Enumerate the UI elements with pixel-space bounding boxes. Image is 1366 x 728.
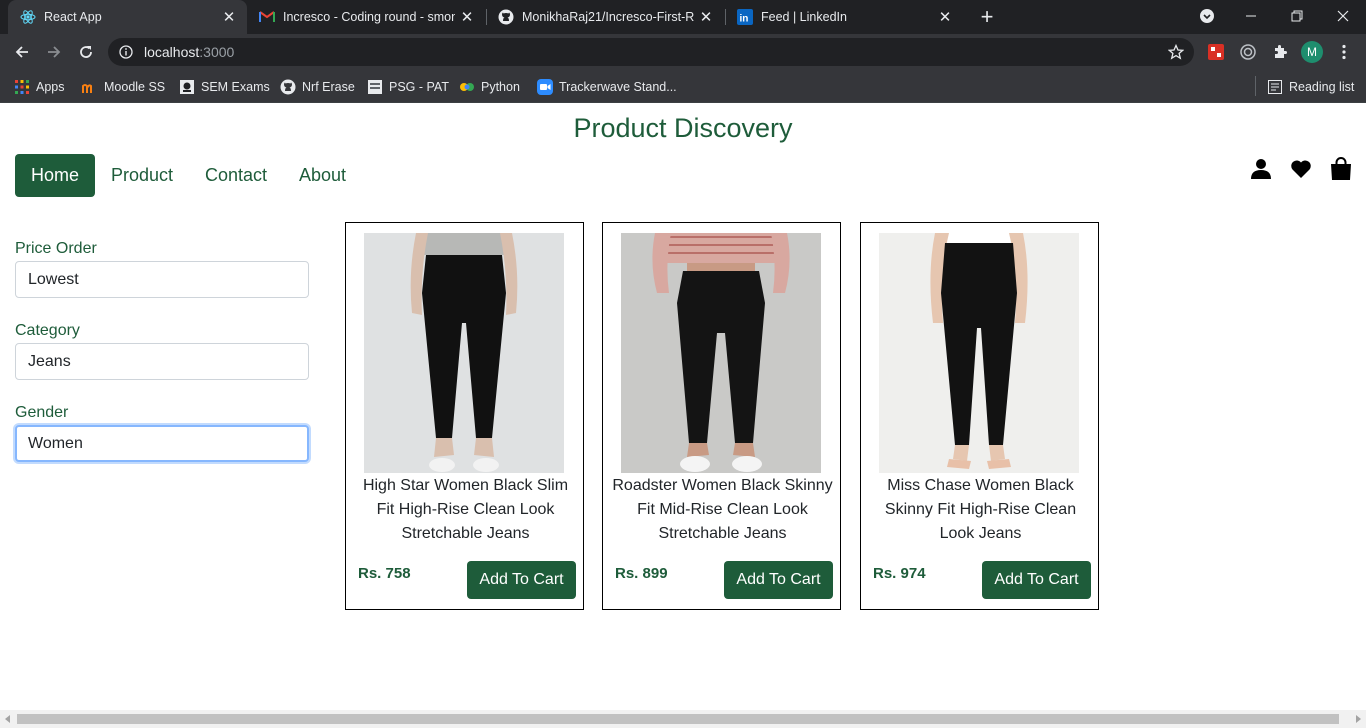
tab-title: Incresco - Coding round - smonik bbox=[283, 10, 455, 24]
user-icon[interactable] bbox=[1249, 157, 1273, 181]
bookmark-moodle[interactable]: Moodle SS bbox=[82, 76, 165, 98]
extensions-puzzle-icon[interactable] bbox=[1270, 42, 1290, 62]
add-to-cart-button[interactable]: Add To Cart bbox=[724, 561, 833, 599]
reading-list-label: Reading list bbox=[1289, 80, 1355, 94]
bookmarks-separator bbox=[1255, 76, 1256, 96]
restore-icon[interactable] bbox=[1274, 0, 1320, 32]
address-bar[interactable]: localhost:3000 bbox=[108, 38, 1194, 66]
profile-avatar[interactable]: M bbox=[1301, 41, 1323, 63]
scroll-right-icon[interactable] bbox=[1353, 714, 1363, 724]
bookmark-trackerwave[interactable]: Trackerwave Stand... bbox=[537, 76, 677, 98]
gmail-icon bbox=[259, 9, 275, 25]
product-name: Miss Chase Women Black Skinny Fit High-R… bbox=[884, 477, 1077, 542]
psg-icon bbox=[367, 79, 383, 95]
add-to-cart-button[interactable]: Add To Cart bbox=[982, 561, 1091, 599]
close-tab-icon[interactable]: ✕ bbox=[217, 5, 241, 29]
linkedin-icon: in bbox=[737, 9, 753, 25]
tab-search-icon[interactable] bbox=[1184, 0, 1230, 32]
moodle-icon bbox=[82, 79, 98, 95]
price-order-label: Price Order bbox=[15, 240, 97, 257]
reading-list-button[interactable]: Reading list bbox=[1267, 76, 1354, 98]
product-image[interactable] bbox=[621, 233, 821, 473]
new-tab-icon[interactable]: + bbox=[975, 4, 999, 29]
url-host: localhost bbox=[144, 44, 200, 60]
bookmark-python[interactable]: Python bbox=[459, 76, 520, 98]
info-icon[interactable] bbox=[118, 44, 134, 60]
back-icon[interactable] bbox=[8, 38, 36, 66]
bookmark-label: PSG - PAT bbox=[389, 80, 449, 94]
close-tab-icon[interactable]: ✕ bbox=[694, 5, 718, 29]
close-window-icon[interactable] bbox=[1320, 0, 1366, 32]
bookmark-label: SEM Exams bbox=[201, 80, 270, 94]
browser-chrome: React App ✕ Incresco - Coding round - sm… bbox=[0, 0, 1366, 103]
github-icon bbox=[280, 79, 296, 95]
react-icon bbox=[20, 9, 36, 25]
bookmark-apps[interactable]: Apps bbox=[14, 76, 65, 98]
scroll-left-icon[interactable] bbox=[3, 714, 13, 724]
horizontal-scrollbar[interactable] bbox=[0, 710, 1366, 728]
extension-red-icon[interactable] bbox=[1206, 42, 1226, 62]
nav-product[interactable]: Product bbox=[111, 154, 173, 197]
tab-react-app[interactable]: React App ✕ bbox=[8, 0, 247, 34]
product-image[interactable] bbox=[879, 233, 1079, 473]
gender-select[interactable]: Women bbox=[15, 425, 309, 462]
browser-toolbar: localhost:3000 M bbox=[0, 34, 1366, 70]
exam-icon bbox=[179, 79, 195, 95]
category-label: Category bbox=[15, 322, 80, 339]
nav-home[interactable]: Home bbox=[15, 154, 96, 197]
product-card: Roadster Women Black Skinny Fit Mid-Rise… bbox=[602, 222, 841, 610]
bookmark-star-icon[interactable] bbox=[1167, 43, 1185, 60]
bookmark-label: Moodle SS bbox=[104, 80, 166, 94]
apps-grid-icon bbox=[14, 79, 30, 95]
shopping-bag-icon[interactable] bbox=[1329, 157, 1353, 181]
close-tab-icon[interactable]: ✕ bbox=[933, 5, 957, 29]
heart-icon[interactable] bbox=[1289, 157, 1313, 181]
bookmark-label: Python bbox=[481, 80, 520, 94]
scrollbar-thumb[interactable] bbox=[17, 714, 1339, 724]
reload-icon[interactable] bbox=[72, 38, 100, 66]
extension-target-icon[interactable] bbox=[1238, 42, 1258, 62]
gender-label: Gender bbox=[15, 404, 69, 421]
nav-contact[interactable]: Contact bbox=[205, 154, 267, 197]
bookmark-label: Trackerwave Stand... bbox=[559, 80, 677, 94]
github-icon bbox=[498, 9, 514, 25]
product-price: Rs. 899 bbox=[615, 565, 668, 582]
tab-github[interactable]: MonikhaRaj21/Incresco-First-Rou ✕ bbox=[486, 0, 724, 34]
nav-about[interactable]: About bbox=[299, 154, 346, 197]
url-port: :3000 bbox=[199, 44, 235, 60]
bookmark-psg-pat[interactable]: PSG - PAT bbox=[367, 76, 449, 98]
price-order-select[interactable]: Lowest bbox=[15, 261, 309, 298]
product-card: High Star Women Black Slim Fit High-Rise… bbox=[345, 222, 584, 610]
product-price: Rs. 758 bbox=[358, 565, 411, 582]
python-icon bbox=[459, 79, 475, 95]
bookmark-label: Nrf Erase bbox=[302, 80, 355, 94]
minimize-icon[interactable] bbox=[1228, 0, 1274, 32]
bookmark-sem-exams[interactable]: SEM Exams bbox=[179, 76, 270, 98]
product-name: Roadster Women Black Skinny Fit Mid-Rise… bbox=[612, 477, 833, 542]
tab-title: MonikhaRaj21/Incresco-First-Rou bbox=[522, 10, 694, 24]
product-image[interactable] bbox=[364, 233, 564, 473]
product-price: Rs. 974 bbox=[873, 565, 926, 582]
page-title: Product Discovery bbox=[573, 113, 793, 143]
zoom-icon bbox=[537, 79, 553, 95]
tab-linkedin[interactable]: in Feed | LinkedIn ✕ bbox=[725, 0, 963, 34]
bookmark-label: Apps bbox=[36, 80, 65, 94]
bookmarks-bar: Apps Moodle SS SEM Exams Nrf Erase PSG -… bbox=[0, 70, 1366, 103]
add-to-cart-button[interactable]: Add To Cart bbox=[467, 561, 576, 599]
product-card: Miss Chase Women Black Skinny Fit High-R… bbox=[860, 222, 1099, 610]
url-text: localhost:3000 bbox=[144, 44, 234, 60]
forward-icon[interactable] bbox=[40, 38, 68, 66]
tab-strip: React App ✕ Incresco - Coding round - sm… bbox=[0, 0, 1366, 34]
svg-text:in: in bbox=[740, 14, 749, 25]
category-select[interactable]: Jeans bbox=[15, 343, 309, 380]
bookmark-nrf-erase[interactable]: Nrf Erase bbox=[280, 76, 355, 98]
close-tab-icon[interactable]: ✕ bbox=[455, 5, 479, 29]
tab-title: React App bbox=[44, 10, 102, 24]
browser-menu-icon[interactable] bbox=[1334, 42, 1354, 62]
product-name: High Star Women Black Slim Fit High-Rise… bbox=[362, 477, 569, 542]
tab-title: Feed | LinkedIn bbox=[761, 10, 847, 24]
reading-list-icon bbox=[1267, 79, 1283, 95]
page-content: Product Discovery Home Product Contact A… bbox=[0, 103, 1366, 710]
tab-gmail[interactable]: Incresco - Coding round - smonik ✕ bbox=[247, 0, 485, 34]
